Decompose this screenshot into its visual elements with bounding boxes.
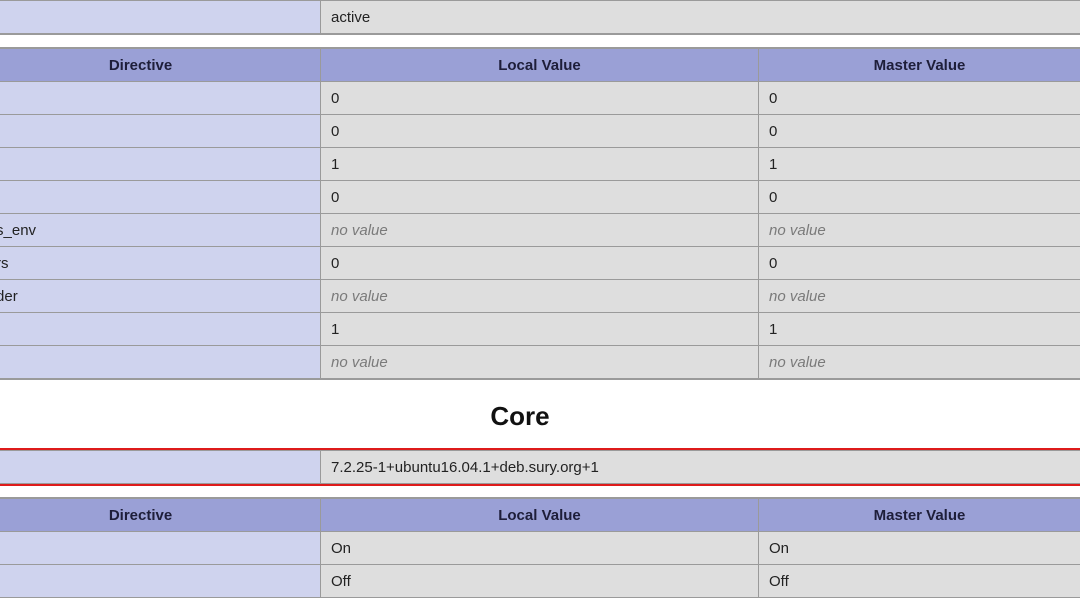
local-value: 0 bbox=[321, 82, 759, 115]
local-value: 0 bbox=[321, 247, 759, 280]
table-row: enOnOn bbox=[0, 532, 1080, 565]
table-header-row: Directive Local Value Master Value bbox=[0, 499, 1080, 532]
master-value: no value bbox=[759, 346, 1080, 379]
core-version-table: 7.2.25-1+ubuntu16.04.1+deb.sury.org+1 bbox=[0, 450, 1080, 484]
local-value: 1 bbox=[321, 148, 759, 181]
col-header-master-value: Master Value bbox=[759, 49, 1080, 82]
table-row: active bbox=[0, 1, 1080, 34]
core-version-key bbox=[0, 451, 321, 484]
directive-name: aders bbox=[0, 247, 321, 280]
section-heading-core: Core bbox=[0, 401, 1080, 432]
table-row: no valueno value bbox=[0, 346, 1080, 379]
status-table: active bbox=[0, 0, 1080, 34]
table-row: udeOffOff bbox=[0, 565, 1080, 598]
master-value: 0 bbox=[759, 115, 1080, 148]
directives-table-1: Directive Local Value Master Value ath00… bbox=[0, 48, 1080, 379]
directives-1-body: ath00fo00rect1100tatus_envno valueno val… bbox=[0, 82, 1080, 379]
directives-table-2: Directive Local Value Master Value enOnO… bbox=[0, 498, 1080, 598]
master-value: no value bbox=[759, 214, 1080, 247]
table-row: g11 bbox=[0, 313, 1080, 346]
directive-name: ath bbox=[0, 82, 321, 115]
master-value: 0 bbox=[759, 82, 1080, 115]
local-value: 0 bbox=[321, 181, 759, 214]
status-value: active bbox=[321, 1, 1080, 34]
master-value: 0 bbox=[759, 181, 1080, 214]
directive-name: fo bbox=[0, 115, 321, 148]
local-value: 0 bbox=[321, 115, 759, 148]
table-row: rect11 bbox=[0, 148, 1080, 181]
table-row: ath00 bbox=[0, 82, 1080, 115]
directive-name: rect bbox=[0, 148, 321, 181]
directives-2-body: enOnOnudeOffOff bbox=[0, 532, 1080, 598]
col-header-master-value: Master Value bbox=[759, 499, 1080, 532]
master-value: Off bbox=[759, 565, 1080, 598]
directive-name: g bbox=[0, 313, 321, 346]
master-value: no value bbox=[759, 280, 1080, 313]
status-key bbox=[0, 1, 321, 34]
col-header-local-value: Local Value bbox=[321, 499, 759, 532]
core-version-value: 7.2.25-1+ubuntu16.04.1+deb.sury.org+1 bbox=[321, 451, 1080, 484]
local-value: Off bbox=[321, 565, 759, 598]
table-row: aders00 bbox=[0, 247, 1080, 280]
directive-name bbox=[0, 346, 321, 379]
col-header-directive: Directive bbox=[0, 49, 321, 82]
local-value: 1 bbox=[321, 313, 759, 346]
directive-name: header bbox=[0, 280, 321, 313]
table-row: 7.2.25-1+ubuntu16.04.1+deb.sury.org+1 bbox=[0, 451, 1080, 484]
local-value: On bbox=[321, 532, 759, 565]
master-value: 1 bbox=[759, 313, 1080, 346]
local-value: no value bbox=[321, 346, 759, 379]
table-row: tatus_envno valueno value bbox=[0, 214, 1080, 247]
col-header-directive: Directive bbox=[0, 499, 321, 532]
local-value: no value bbox=[321, 280, 759, 313]
local-value: no value bbox=[321, 214, 759, 247]
master-value: 0 bbox=[759, 247, 1080, 280]
table-row: 00 bbox=[0, 181, 1080, 214]
directive-name: en bbox=[0, 532, 321, 565]
directive-name: ude bbox=[0, 565, 321, 598]
directive-name bbox=[0, 181, 321, 214]
table-row: headerno valueno value bbox=[0, 280, 1080, 313]
table-row: fo00 bbox=[0, 115, 1080, 148]
table-header-row: Directive Local Value Master Value bbox=[0, 49, 1080, 82]
master-value: On bbox=[759, 532, 1080, 565]
directive-name: tatus_env bbox=[0, 214, 321, 247]
col-header-local-value: Local Value bbox=[321, 49, 759, 82]
master-value: 1 bbox=[759, 148, 1080, 181]
